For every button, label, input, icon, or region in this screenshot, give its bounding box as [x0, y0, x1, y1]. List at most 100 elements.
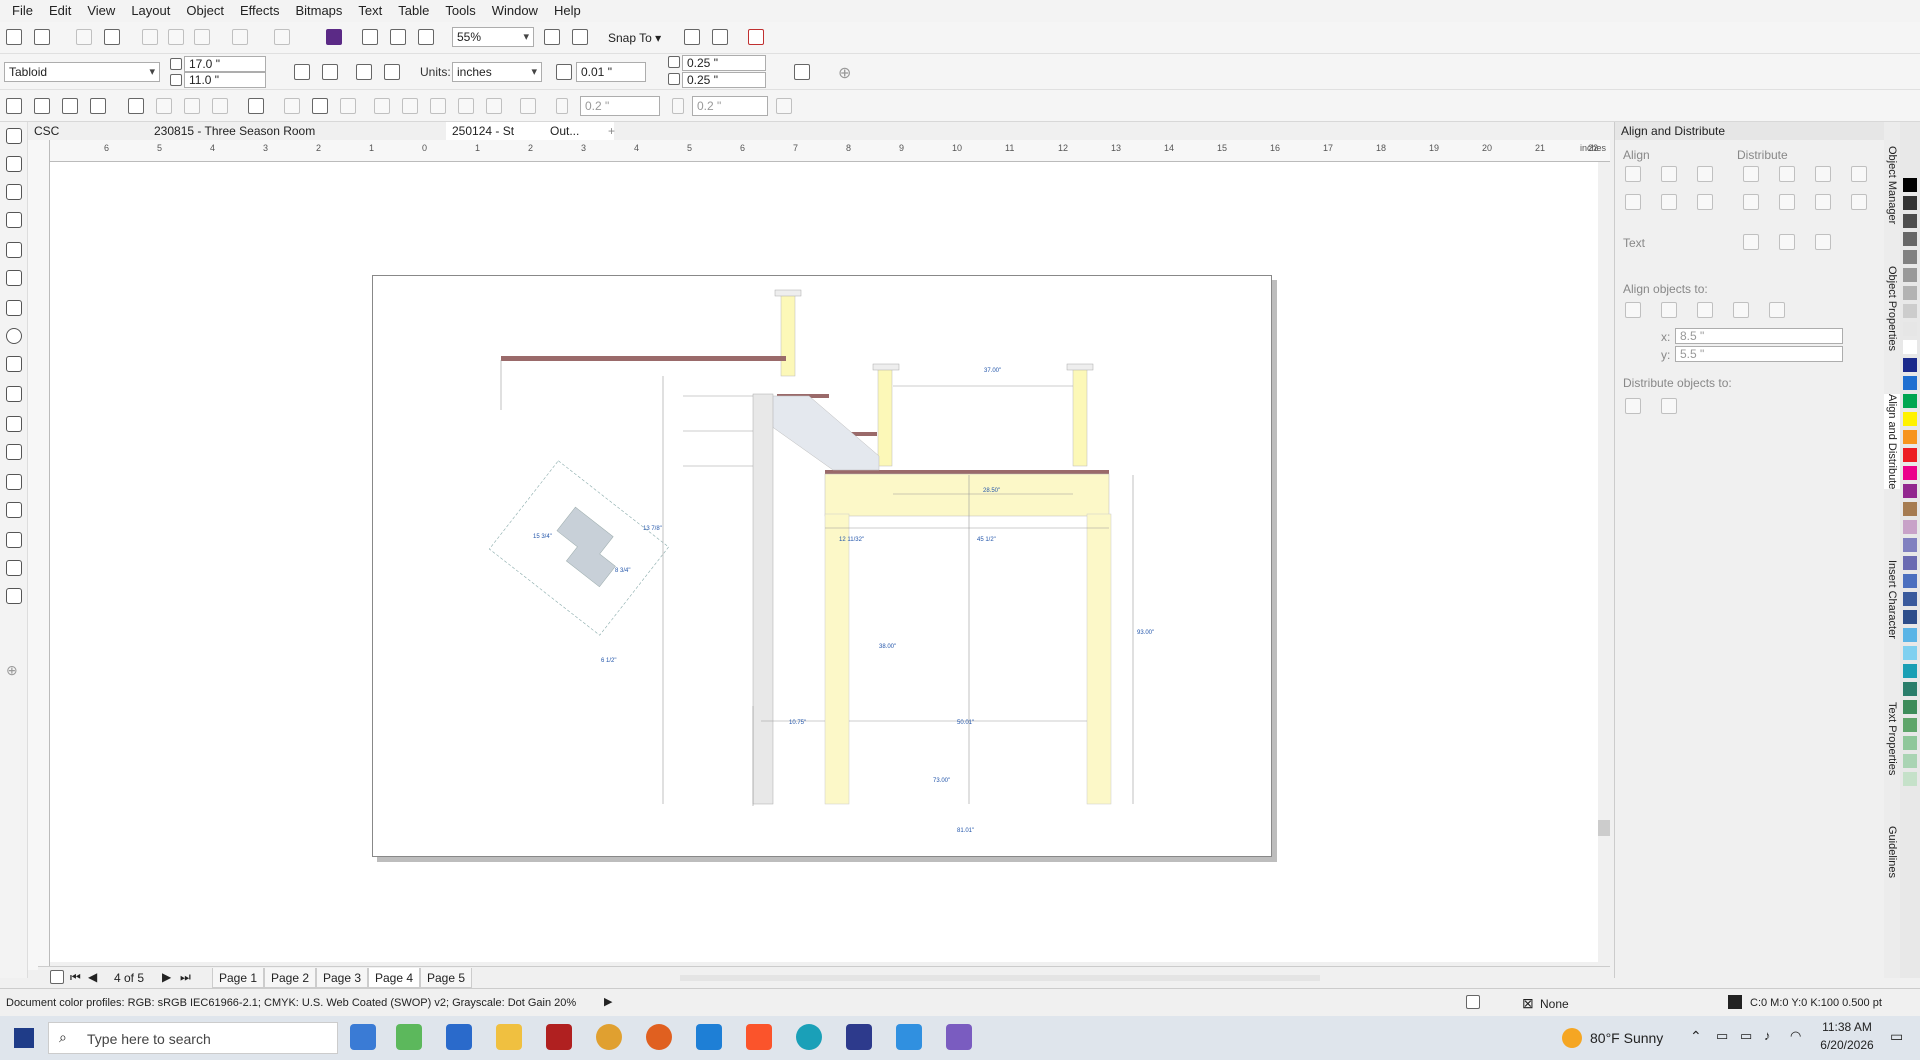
color-swatch[interactable] — [1903, 556, 1917, 570]
new-document-icon[interactable] — [6, 29, 22, 45]
color-swatch[interactable] — [1903, 610, 1917, 624]
distribute-top-icon[interactable] — [1743, 194, 1759, 210]
page-tab-1[interactable]: Page 1 — [212, 968, 265, 988]
text-bbox-icon[interactable] — [1815, 234, 1831, 250]
color-swatch[interactable] — [1903, 430, 1917, 444]
page-width-field[interactable]: 17.0 " — [184, 56, 266, 72]
import-icon[interactable] — [362, 29, 378, 45]
app-red-icon[interactable] — [546, 1024, 572, 1050]
color-swatch[interactable] — [1903, 718, 1917, 732]
color-swatch[interactable] — [1903, 736, 1917, 750]
wrap3-icon[interactable] — [430, 98, 446, 114]
page-tab-3[interactable]: Page 3 — [316, 968, 369, 988]
play-icon[interactable]: ▶ — [604, 995, 612, 1008]
text-tool-icon[interactable] — [6, 386, 22, 402]
color-swatch[interactable] — [1903, 394, 1917, 408]
tray-chevron-icon[interactable]: ⌃ — [1690, 1028, 1702, 1045]
zoom-tool-icon[interactable] — [6, 212, 22, 228]
color-swatch[interactable] — [1903, 772, 1917, 786]
outline-width2-field[interactable]: 0.2 " — [692, 96, 768, 116]
color-swatch[interactable] — [1903, 502, 1917, 516]
welcome-screen-icon[interactable] — [748, 29, 764, 45]
color-swatch[interactable] — [1903, 664, 1917, 678]
wrap5-icon[interactable] — [486, 98, 502, 114]
horizontal-ruler[interactable]: 6 5 4 3 2 1 0 1 2 3 4 5 6 7 8 9 10 11 12 13 14 15 16 17 18 19 20 21… — [38, 140, 1610, 162]
color-swatch[interactable] — [1903, 268, 1917, 282]
export-icon[interactable] — [390, 29, 406, 45]
file-explorer-icon[interactable] — [496, 1024, 522, 1050]
color-swatch[interactable] — [1903, 322, 1917, 336]
frame-icon[interactable] — [6, 98, 22, 114]
network-icon[interactable]: ▭ — [1716, 1028, 1728, 1044]
x-field[interactable]: 8.5 " — [1675, 328, 1843, 344]
full-screen-preview-icon[interactable] — [544, 29, 560, 45]
color-swatch[interactable] — [1903, 376, 1917, 390]
lock-icon[interactable] — [184, 98, 200, 114]
add-icon[interactable]: ⊕ — [838, 63, 851, 83]
show-objects-icon[interactable] — [34, 98, 50, 114]
store-icon[interactable] — [446, 1024, 472, 1050]
nudge-distance-field[interactable]: 0.01 " — [576, 62, 646, 82]
color-swatch[interactable] — [1903, 520, 1917, 534]
page-tab-5[interactable]: Page 5 — [420, 968, 473, 988]
edge-icon[interactable] — [796, 1024, 822, 1050]
color-swatch[interactable] — [1903, 466, 1917, 480]
align-page-edge-icon[interactable] — [1661, 302, 1677, 318]
wrap4-icon[interactable] — [458, 98, 474, 114]
color-swatch[interactable] — [1903, 484, 1917, 498]
mirror-icon[interactable] — [520, 98, 536, 114]
color-swatch[interactable] — [1903, 700, 1917, 714]
color-swatch[interactable] — [1903, 628, 1917, 642]
open-icon[interactable] — [34, 29, 50, 45]
current-page-icon[interactable] — [384, 64, 400, 80]
menu-help[interactable]: Help — [546, 0, 589, 22]
y-field[interactable]: 5.5 " — [1675, 346, 1843, 362]
align-top-icon[interactable] — [1625, 194, 1641, 210]
notepad-icon[interactable] — [696, 1024, 722, 1050]
align-bottom-icon[interactable] — [1697, 194, 1713, 210]
firefox-icon[interactable] — [646, 1024, 672, 1050]
all-pages-icon[interactable] — [356, 64, 372, 80]
tab-object-properties[interactable]: Object Properties — [1884, 266, 1900, 351]
add-page-icon[interactable] — [50, 970, 64, 984]
add-tool-icon[interactable]: ⊕ — [6, 662, 18, 679]
connector-tool-icon[interactable] — [6, 444, 22, 460]
align-specified-point-icon[interactable] — [1769, 302, 1785, 318]
color-swatch[interactable] — [1903, 754, 1917, 768]
distribute-bottom-icon[interactable] — [1815, 194, 1831, 210]
columns-icon[interactable] — [248, 98, 264, 114]
menu-file[interactable]: File — [4, 0, 41, 22]
shadow-tool-icon[interactable] — [6, 474, 22, 490]
new-tab-icon[interactable]: + — [602, 122, 621, 140]
color-swatch[interactable] — [1903, 178, 1917, 192]
publish-pdf-icon[interactable] — [418, 29, 434, 45]
tab-insert-character[interactable]: Insert Character — [1884, 560, 1900, 639]
wifi-icon[interactable]: ◠ — [1790, 1028, 1801, 1044]
text-baseline-icon[interactable] — [1743, 234, 1759, 250]
transparency-tool-icon[interactable] — [6, 502, 22, 518]
zoom-level-select[interactable]: 55% — [452, 27, 534, 47]
tab-align-distribute[interactable]: Align and Distribute — [1884, 394, 1900, 490]
prev-page-button[interactable]: ◀ — [88, 970, 97, 984]
paste-icon[interactable] — [194, 29, 210, 45]
save-icon[interactable] — [76, 29, 92, 45]
scroll-thumb[interactable] — [1598, 820, 1610, 836]
coreldraw-taskbar-icon[interactable] — [396, 1024, 422, 1050]
distribute-center-icon[interactable] — [1779, 166, 1795, 182]
app-blue-icon[interactable] — [846, 1024, 872, 1050]
redo-icon[interactable] — [274, 29, 290, 45]
weather-icon[interactable] — [1562, 1028, 1582, 1048]
align-center-icon[interactable] — [1661, 166, 1677, 182]
freehand-tool-icon[interactable] — [6, 242, 22, 258]
align-right-icon[interactable] — [1697, 166, 1713, 182]
color-swatch[interactable] — [1903, 232, 1917, 246]
settings-icon[interactable] — [128, 98, 144, 114]
tab-three-season-room[interactable]: 230815 - Three Season Room — [148, 122, 466, 140]
polygon-tool-icon[interactable] — [6, 356, 22, 372]
undo-icon[interactable] — [232, 29, 248, 45]
app-purple-icon[interactable] — [946, 1024, 972, 1050]
color-swatch[interactable] — [1903, 340, 1917, 354]
page-tab-4[interactable]: Page 4 — [368, 968, 421, 988]
crop-tool-icon[interactable] — [6, 184, 22, 200]
distribute-middle-icon[interactable] — [1779, 194, 1795, 210]
